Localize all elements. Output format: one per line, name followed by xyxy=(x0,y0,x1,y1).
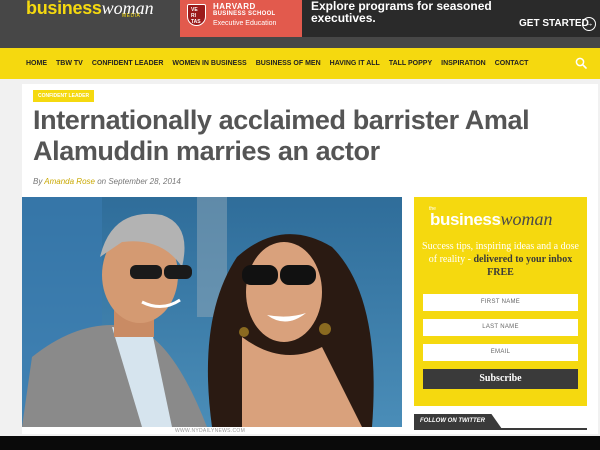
photo-credit: WWW.NYDAILYNEWS.COM xyxy=(175,428,246,434)
main-nav: HOME TBW TV CONFIDENT LEADER WOMEN IN BU… xyxy=(0,48,600,79)
follow-twitter-divider xyxy=(414,428,587,430)
nav-item-women-in-business[interactable]: WOMEN IN BUSINESS xyxy=(172,60,246,67)
article-title: Internationally acclaimed barrister Amal… xyxy=(33,105,530,166)
nav-item-confident-leader[interactable]: CONFIDENT LEADER xyxy=(92,60,164,67)
ad-text: Explore programs for seasoned executives… xyxy=(311,0,492,25)
search-icon[interactable] xyxy=(575,57,587,69)
sidebar-logo-woman: woman xyxy=(500,209,553,229)
nav-item-inspiration[interactable]: INSPIRATION xyxy=(441,60,486,67)
ad-school-division: Executive Education xyxy=(213,20,277,27)
subscribe-button[interactable]: Subscribe xyxy=(423,369,578,389)
nav-item-tbw-tv[interactable]: TBW TV xyxy=(56,60,83,67)
ad-cta-label[interactable]: GET STARTED xyxy=(519,17,589,31)
arrow-right-circle-icon[interactable]: → xyxy=(582,17,596,31)
sidebar-logo-business: business xyxy=(430,210,501,229)
nav-item-contact[interactable]: CONTACT xyxy=(495,60,529,67)
newsletter-widget: the business woman Success tips, inspiri… xyxy=(414,197,587,406)
email-field[interactable]: EMAIL xyxy=(423,344,578,361)
byline: By Amanda Rose on September 28, 2014 xyxy=(33,177,181,186)
byline-date: on September 28, 2014 xyxy=(94,177,181,186)
first-name-field[interactable]: FIRST NAME xyxy=(423,294,578,311)
bottom-bar xyxy=(0,436,600,450)
harvard-shield-icon: VE RI TAS xyxy=(187,4,206,26)
pitch-bold-text: delivered to your inbox FREE xyxy=(473,254,573,278)
follow-twitter-header: FOLLOW ON TWITTER xyxy=(414,414,587,431)
logo-media-text: MEDIA xyxy=(122,13,141,19)
nav-item-business-of-men[interactable]: BUSINESS OF MEN xyxy=(256,60,321,67)
author-link[interactable]: Amanda Rose xyxy=(44,177,95,186)
newsletter-pitch: Success tips, inspiring ideas and a dose… xyxy=(422,240,579,279)
ad-school-block: VE RI TAS HARVARD BUSINESS SCHOOL Executiv… xyxy=(180,0,302,37)
nav-item-tall-poppy[interactable]: TALL POPPY xyxy=(389,60,432,67)
ad-school-subname: BUSINESS SCHOOL xyxy=(213,11,276,17)
nav-item-home[interactable]: HOME xyxy=(26,60,47,67)
ad-school-name: HARVARD xyxy=(213,2,256,11)
byline-by: By xyxy=(33,177,45,186)
last-name-field[interactable]: LAST NAME xyxy=(423,319,578,336)
nav-item-having-it-all[interactable]: HAVING IT ALL xyxy=(330,60,380,67)
article-photo xyxy=(22,197,402,427)
harvard-ad-banner[interactable]: VE RI TAS HARVARD BUSINESS SCHOOL Executiv… xyxy=(180,0,600,37)
category-badge[interactable]: CONFIDENT LEADER xyxy=(33,90,95,102)
top-header: business woman MEDIA VE RI TAS HARVARD BUS… xyxy=(0,0,600,48)
sidebar-logo: business woman xyxy=(430,209,553,230)
logo-business-text: business xyxy=(26,0,102,18)
follow-twitter-label[interactable]: FOLLOW ON TWITTER xyxy=(414,414,502,429)
